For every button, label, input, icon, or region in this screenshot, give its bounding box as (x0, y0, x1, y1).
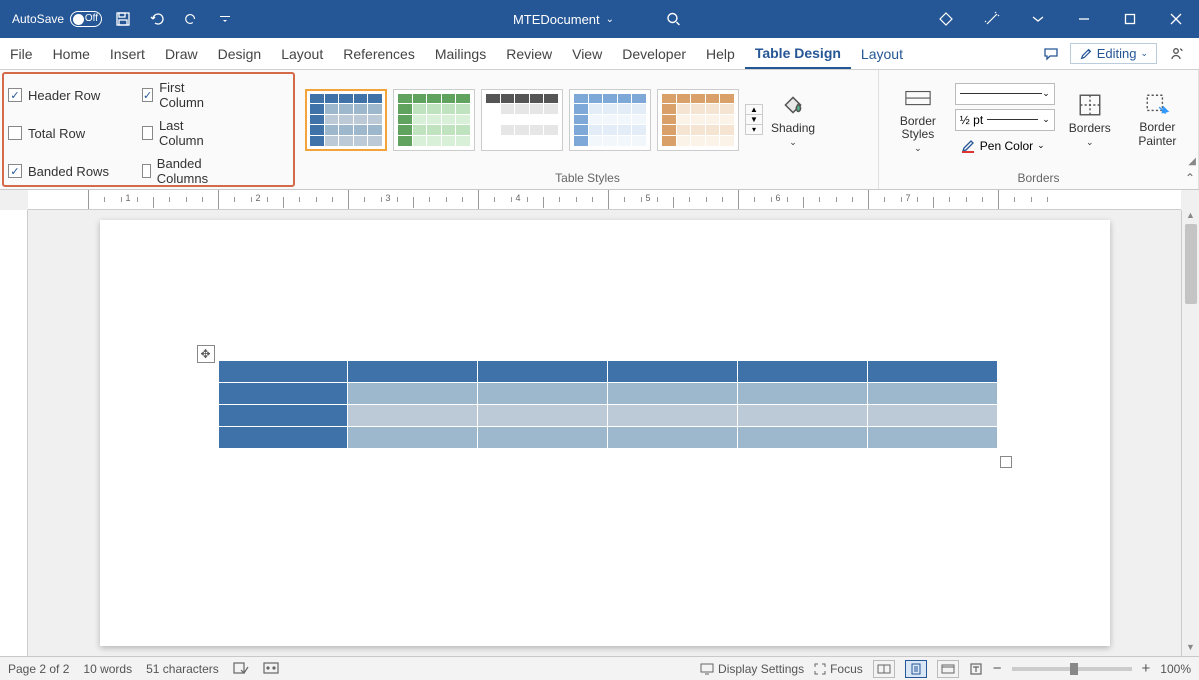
ribbon: ✓Header Row ✓First Column Total Row Last… (0, 70, 1199, 190)
group-borders: Border Styles⌄ ⌄ ½ pt⌄ Pen Color⌄ Border… (879, 70, 1199, 189)
chk-first-column[interactable]: ✓First Column (142, 80, 213, 110)
document-title: MTEDocument (513, 12, 600, 27)
maximize-button[interactable] (1107, 0, 1153, 38)
table-move-handle-icon[interactable]: ✥ (197, 345, 215, 363)
tab-review[interactable]: Review (496, 38, 562, 69)
save-icon[interactable] (110, 6, 136, 32)
chk-banded-rows[interactable]: ✓Banded Rows (8, 156, 138, 186)
tab-help[interactable]: Help (696, 38, 745, 69)
border-painter-button[interactable]: Border Painter (1125, 87, 1190, 151)
borders-icon (1076, 91, 1104, 119)
tab-table-layout[interactable]: Layout (851, 38, 913, 69)
line-style-combo[interactable]: ⌄ (955, 83, 1055, 105)
group-table-style-options: ✓Header Row ✓First Column Total Row Last… (2, 72, 295, 187)
border-painter-icon (1143, 91, 1171, 119)
comments-icon[interactable] (1036, 42, 1066, 66)
chk-total-row[interactable]: Total Row (8, 118, 138, 148)
vertical-ruler[interactable] (0, 210, 28, 656)
tab-view[interactable]: View (562, 38, 612, 69)
zoom-out-button[interactable]: − (993, 660, 1002, 677)
pen-color-icon (960, 138, 976, 154)
vertical-scrollbar[interactable]: ▲ ▼ (1181, 210, 1199, 656)
tab-draw[interactable]: Draw (155, 38, 208, 69)
pen-color-button[interactable]: Pen Color⌄ (955, 135, 1055, 157)
table-style-2[interactable] (393, 89, 475, 151)
focus-button[interactable]: Focus (814, 662, 863, 676)
group-label-borders: Borders (879, 169, 1198, 189)
table-resize-handle-icon[interactable] (1000, 456, 1012, 468)
autosave-toggle[interactable]: AutoSave Off (12, 11, 102, 27)
ribbon-tabs: File Home Insert Draw Design Layout Refe… (0, 38, 1199, 70)
gallery-down-icon[interactable]: ▼ (746, 115, 762, 125)
accessibility-icon[interactable] (969, 662, 983, 676)
scrollbar-thumb[interactable] (1185, 224, 1197, 304)
group-label-table-styles: Table Styles (297, 169, 878, 189)
wand-icon[interactable] (969, 0, 1015, 38)
status-chars[interactable]: 51 characters (146, 662, 219, 676)
status-bar: Page 2 of 2 10 words 51 characters Displ… (0, 656, 1199, 680)
page: ✥ (100, 220, 1110, 646)
autosave-label: AutoSave (12, 12, 64, 26)
title-dropdown-icon[interactable]: ⌄ (606, 14, 614, 25)
undo-icon[interactable] (144, 6, 170, 32)
shading-button[interactable]: Shading⌄ (763, 87, 823, 152)
document-table[interactable] (218, 360, 998, 449)
borders-launcher-icon[interactable]: ◢ (1188, 156, 1196, 167)
view-web-icon[interactable] (937, 660, 959, 678)
zoom-in-button[interactable]: + (1142, 660, 1151, 677)
tab-insert[interactable]: Insert (100, 38, 155, 69)
tab-layout[interactable]: Layout (271, 38, 333, 69)
tab-table-design[interactable]: Table Design (745, 38, 851, 69)
close-button[interactable] (1153, 0, 1199, 38)
chk-header-row[interactable]: ✓Header Row (8, 80, 138, 110)
table-style-4[interactable] (569, 89, 651, 151)
chk-banded-columns[interactable]: Banded Columns (142, 156, 213, 186)
minimize-button[interactable] (1061, 0, 1107, 38)
status-page[interactable]: Page 2 of 2 (8, 662, 69, 676)
status-words[interactable]: 10 words (83, 662, 132, 676)
gallery-spinner[interactable]: ▲▼▾ (745, 104, 763, 135)
table-style-1[interactable] (305, 89, 387, 151)
zoom-slider-knob[interactable] (1070, 663, 1078, 675)
line-weight-combo[interactable]: ½ pt⌄ (955, 109, 1055, 131)
gallery-more-icon[interactable]: ▾ (746, 125, 762, 134)
view-read-icon[interactable] (873, 660, 895, 678)
display-settings-button[interactable]: Display Settings (700, 662, 804, 676)
editing-mode-button[interactable]: Editing ⌄ (1070, 43, 1157, 64)
tab-mailings[interactable]: Mailings (425, 38, 496, 69)
collapse-ribbon-icon[interactable]: ⌃ (1185, 171, 1195, 185)
chk-last-column[interactable]: Last Column (142, 118, 213, 148)
pencil-icon (1079, 47, 1093, 61)
borders-button[interactable]: Borders⌄ (1061, 87, 1119, 152)
share-icon[interactable] (1161, 42, 1191, 66)
tab-home[interactable]: Home (43, 38, 100, 69)
diamond-icon[interactable] (923, 0, 969, 38)
table-style-3[interactable] (481, 89, 563, 151)
zoom-slider[interactable] (1012, 667, 1132, 671)
tab-design[interactable]: Design (208, 38, 272, 69)
border-styles-button[interactable]: Border Styles⌄ (887, 81, 949, 158)
view-print-icon[interactable] (905, 660, 927, 678)
ribbon-options-icon[interactable] (1015, 0, 1061, 38)
table-style-5[interactable] (657, 89, 739, 151)
macro-icon[interactable] (263, 662, 279, 676)
work-area: 1234567 ✥ ▲ ▼ (0, 190, 1199, 656)
editing-label: Editing (1097, 46, 1137, 61)
tab-references[interactable]: References (333, 38, 425, 69)
gallery-up-icon[interactable]: ▲ (746, 105, 762, 115)
group-table-styles: ▲▼▾ Shading⌄ Table Styles (297, 70, 879, 189)
border-styles-icon (904, 85, 932, 113)
spellcheck-icon[interactable] (233, 662, 249, 676)
zoom-level[interactable]: 100% (1160, 662, 1191, 676)
redo-icon[interactable] (178, 6, 204, 32)
search-icon[interactable] (660, 6, 686, 32)
qat-more-icon[interactable] (212, 6, 238, 32)
document-canvas[interactable]: ✥ (28, 210, 1181, 656)
bucket-icon (779, 91, 807, 119)
tab-developer[interactable]: Developer (612, 38, 696, 69)
title-bar: AutoSave Off MTEDocument ⌄ (0, 0, 1199, 38)
horizontal-ruler[interactable]: 1234567 (28, 190, 1181, 210)
tab-file[interactable]: File (0, 38, 43, 69)
